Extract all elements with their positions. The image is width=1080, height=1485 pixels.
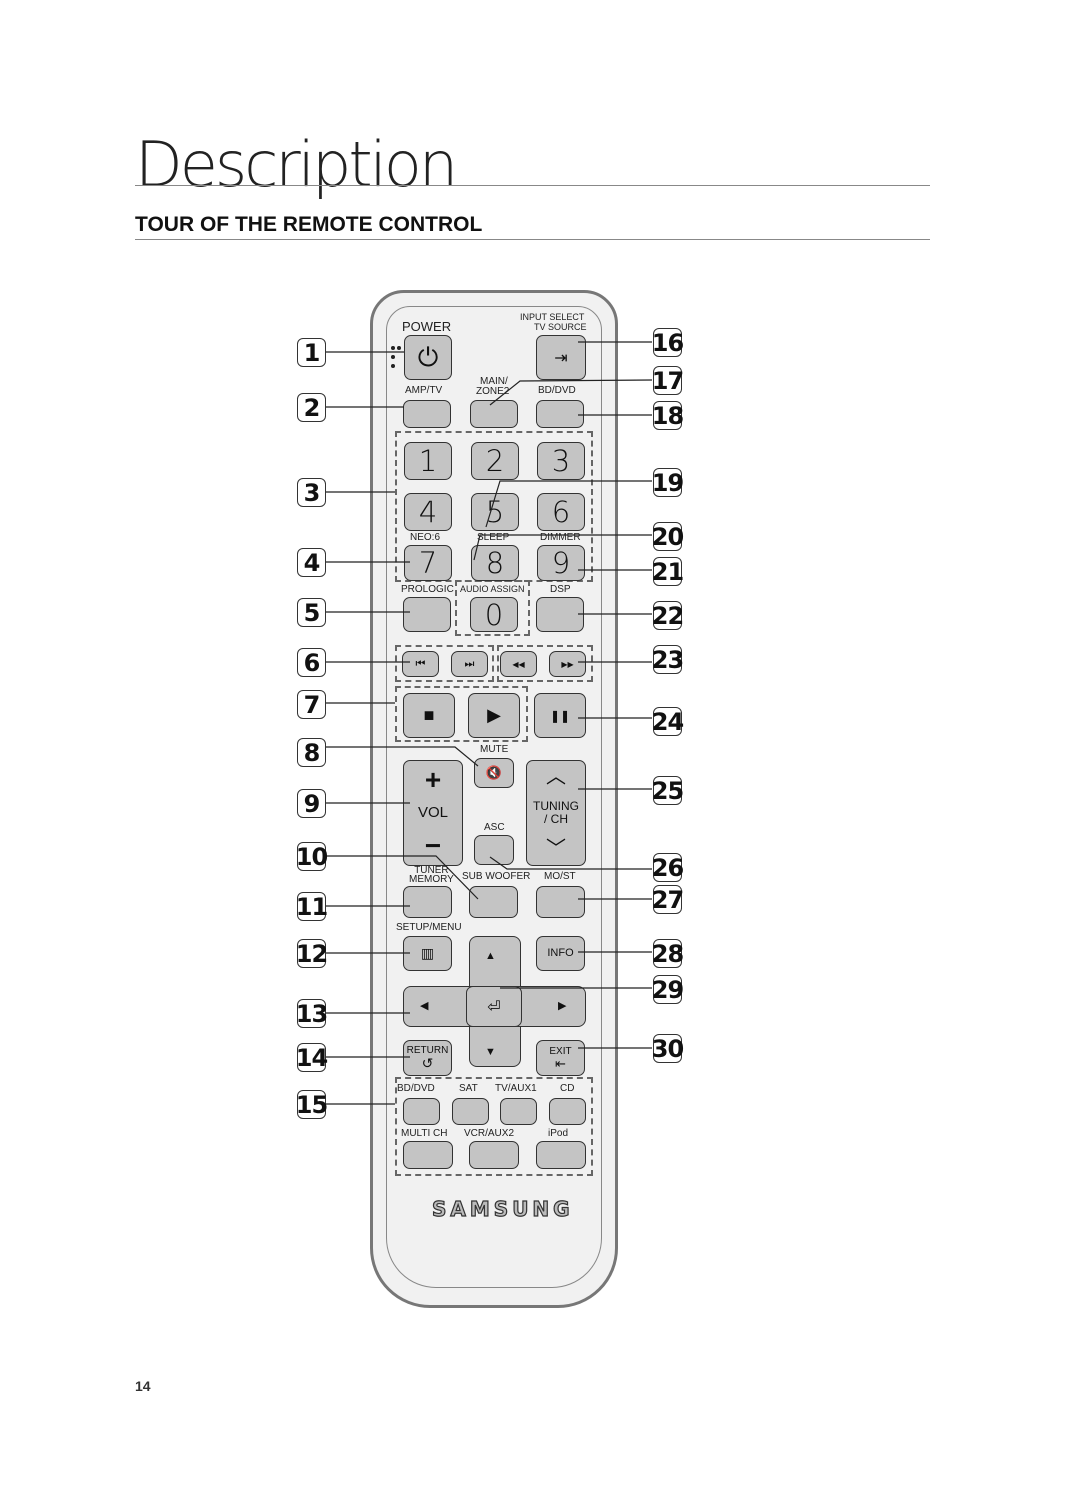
callout-19: 19 (651, 468, 684, 497)
callout-5: 5 (297, 598, 326, 627)
callout-24: 24 (651, 707, 684, 736)
callout-14: 14 (295, 1043, 328, 1072)
callout-4: 4 (297, 548, 326, 577)
callout-16: 16 (651, 328, 684, 357)
callout-6: 6 (297, 648, 326, 677)
callout-8: 8 (297, 738, 326, 767)
callout-22: 22 (651, 601, 684, 630)
callout-21: 21 (651, 557, 684, 586)
callout-12: 12 (295, 939, 328, 968)
callout-1: 1 (297, 338, 326, 367)
callout-17: 17 (651, 366, 684, 395)
callout-3: 3 (297, 478, 326, 507)
callout-15: 15 (295, 1090, 328, 1119)
callout-13: 13 (295, 999, 328, 1028)
callout-23: 23 (651, 645, 684, 674)
callout-29: 29 (651, 975, 684, 1004)
callout-20: 20 (651, 522, 684, 551)
callout-10: 10 (295, 842, 328, 871)
callout-7: 7 (297, 690, 326, 719)
callout-9: 9 (297, 789, 326, 818)
callout-2: 2 (297, 393, 326, 422)
callout-leaders (326, 341, 653, 1105)
page-number: 14 (135, 1378, 151, 1394)
callout-28: 28 (651, 939, 684, 968)
callout-25: 25 (651, 776, 684, 805)
callout-30: 30 (651, 1034, 684, 1063)
callout-18: 18 (651, 401, 684, 430)
callout-27: 27 (651, 885, 684, 914)
callout-26: 26 (651, 853, 684, 882)
callout-11: 11 (295, 892, 328, 921)
